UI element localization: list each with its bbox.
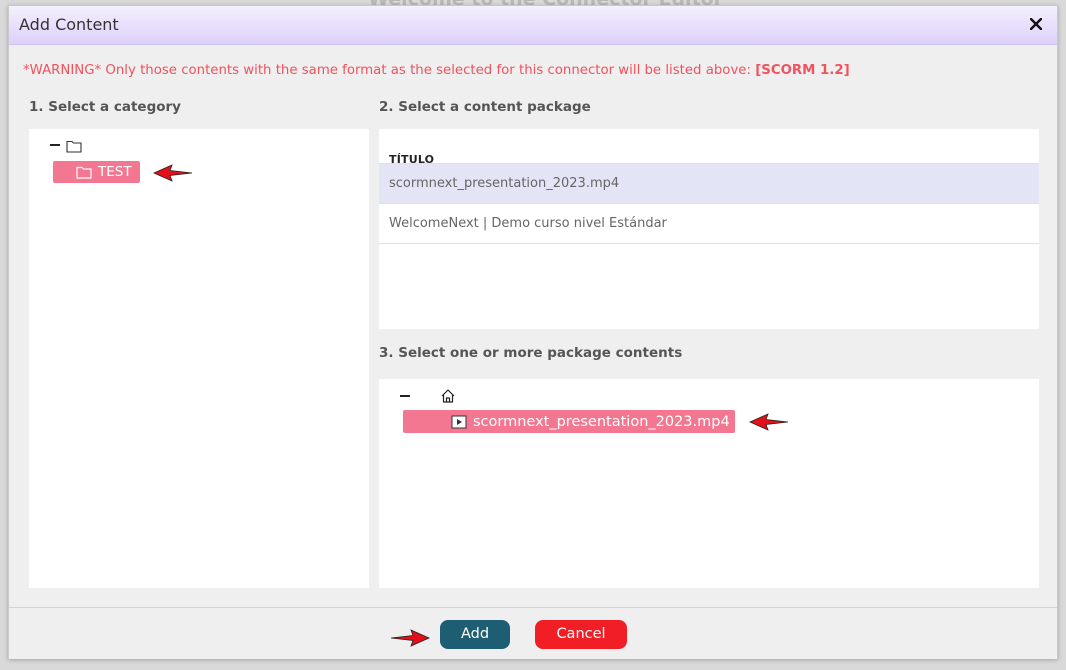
contents-section-label: 3. Select one or more package contents xyxy=(379,345,683,361)
add-button[interactable]: Add xyxy=(440,620,510,649)
folder-icon xyxy=(66,138,82,157)
content-node-video[interactable]: scormnext_presentation_2023.mp4 xyxy=(403,410,735,433)
close-button[interactable] xyxy=(1027,14,1045,34)
pointer-arrow-icon xyxy=(390,629,430,647)
category-node-label: TEST xyxy=(98,164,132,180)
dialog-titlebar: Add Content xyxy=(9,6,1057,45)
dialog-title: Add Content xyxy=(19,15,119,34)
home-icon xyxy=(440,388,456,408)
format-warning: *WARNING* Only those contents with the s… xyxy=(23,63,850,78)
pointer-arrow-icon xyxy=(153,164,193,182)
folder-icon xyxy=(76,166,92,179)
collapse-toggle[interactable] xyxy=(50,144,60,146)
dialog-footer: Add Cancel xyxy=(9,607,1057,659)
close-icon xyxy=(1029,17,1043,31)
warning-format: [SCORM 1.2] xyxy=(755,63,850,78)
table-row[interactable]: WelcomeNext | Demo curso nivel Estándar xyxy=(379,204,1039,244)
table-header: TÍTULO xyxy=(379,129,1039,166)
category-node-test[interactable]: TEST xyxy=(53,161,140,183)
category-tree-panel: TEST xyxy=(29,129,369,588)
package-section-label: 2. Select a content package xyxy=(379,99,591,115)
warning-text: *WARNING* Only those contents with the s… xyxy=(23,63,756,78)
contents-tree-panel: scormnext_presentation_2023.mp4 xyxy=(379,379,1039,588)
table-row[interactable]: scormnext_presentation_2023.mp4 xyxy=(379,164,1039,204)
category-section-label: 1. Select a category xyxy=(29,99,181,115)
video-file-icon xyxy=(451,415,467,428)
pointer-arrow-icon xyxy=(749,413,789,431)
add-content-dialog: Add Content *WARNING* Only those content… xyxy=(8,5,1058,659)
cancel-button[interactable]: Cancel xyxy=(535,620,627,649)
package-table: TÍTULO scormnext_presentation_2023.mp4 W… xyxy=(379,129,1039,329)
content-node-label: scormnext_presentation_2023.mp4 xyxy=(473,413,730,430)
collapse-toggle[interactable] xyxy=(400,395,410,397)
